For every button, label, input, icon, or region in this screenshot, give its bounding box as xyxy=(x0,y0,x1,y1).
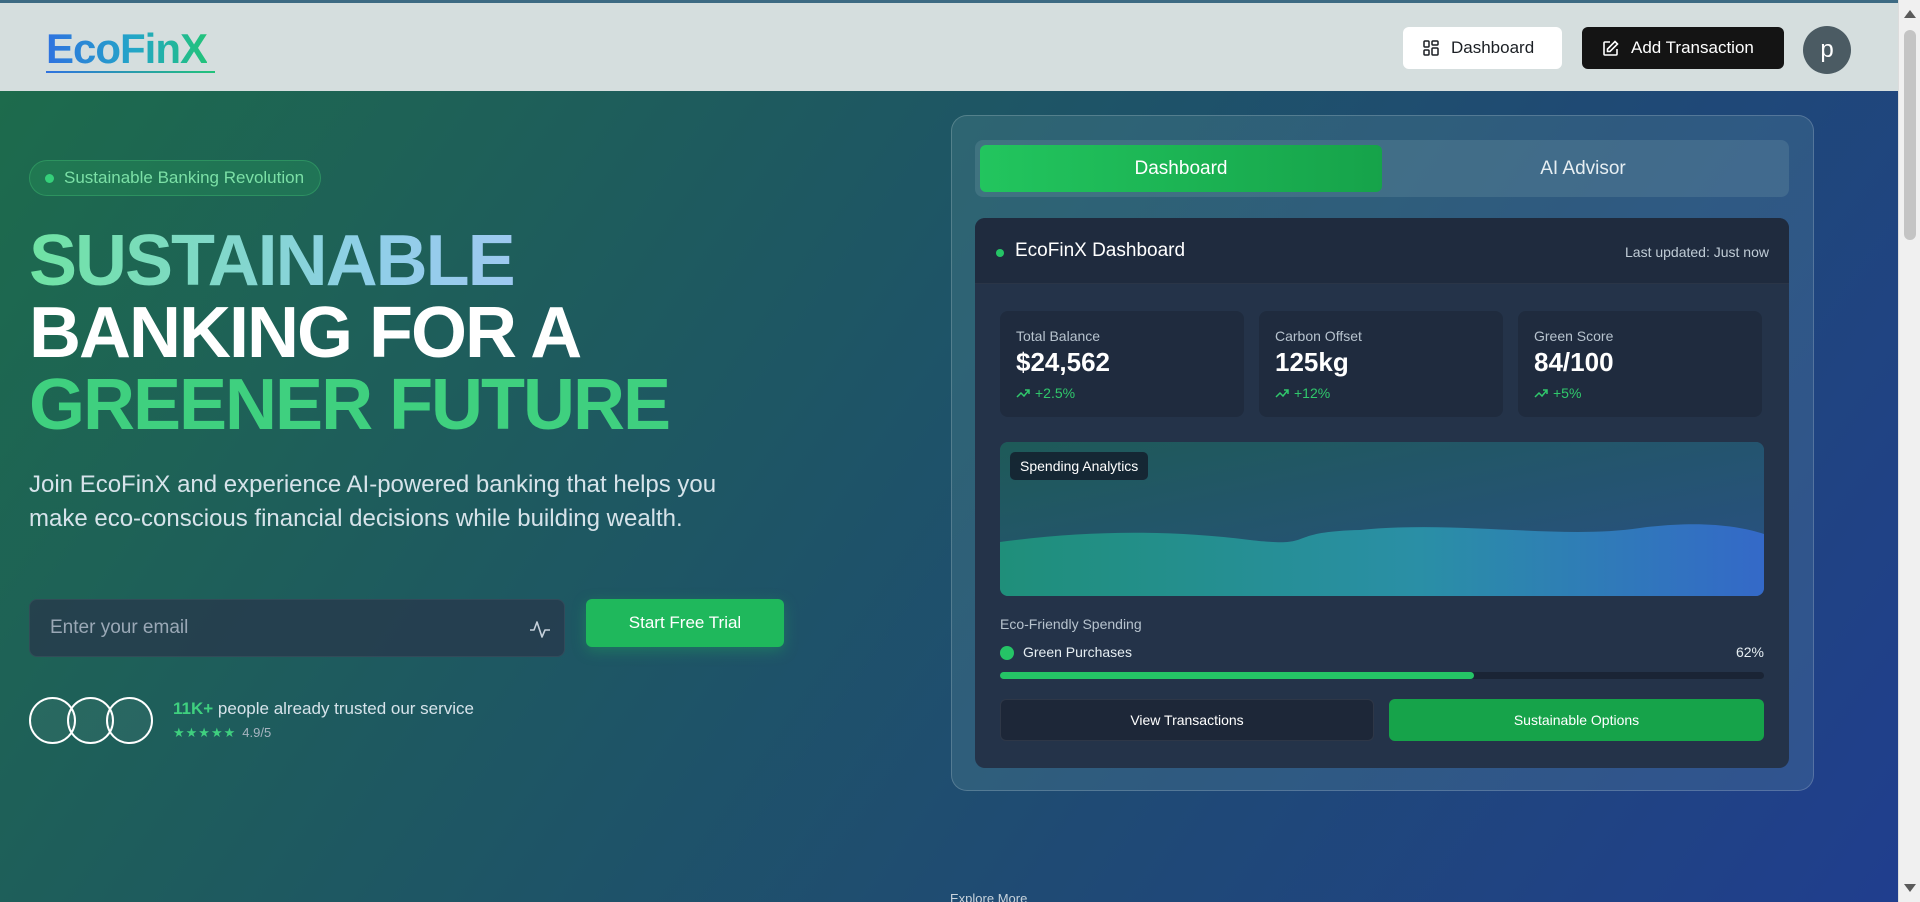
star-icons: ★★★★★ xyxy=(173,725,237,740)
start-free-trial-button[interactable]: Start Free Trial xyxy=(586,599,784,647)
dashboard-button-label: Dashboard xyxy=(1451,38,1535,57)
email-field-wrapper xyxy=(29,599,565,657)
add-transaction-button[interactable]: Add Transaction xyxy=(1582,27,1784,69)
stat-value: 125kg xyxy=(1275,347,1349,377)
email-input[interactable] xyxy=(30,600,490,656)
stat-value: $24,562 xyxy=(1016,347,1110,377)
headline-line-2: BANKING FOR A xyxy=(29,293,582,373)
dashboard-title: EcoFinX Dashboard xyxy=(1015,240,1186,261)
user-avatar[interactable]: p xyxy=(1803,26,1851,74)
stat-change-value: +5% xyxy=(1553,385,1582,401)
logo-underline xyxy=(46,71,215,73)
stat-card-total-balance: Total Balance $24,562 +2.5% xyxy=(1000,311,1244,417)
tab-ai-advisor[interactable]: AI Advisor xyxy=(1382,145,1784,192)
eco-spending-label: Eco-Friendly Spending xyxy=(1000,616,1142,632)
hero-badge: Sustainable Banking Revolution xyxy=(29,160,322,196)
stat-card-carbon-offset: Carbon Offset 125kg +12% xyxy=(1259,311,1503,417)
dashboard-preview-card: Dashboard AI Advisor EcoFinX Dashboard L… xyxy=(951,115,1814,791)
trust-text: 11K+ people already trusted our service xyxy=(173,699,474,719)
stat-change: +2.5% xyxy=(1016,385,1075,401)
stat-change: +5% xyxy=(1534,385,1581,401)
dashboard-tabs: Dashboard AI Advisor xyxy=(975,140,1789,197)
green-purchases-progress xyxy=(1000,672,1764,679)
hero-section: Sustainable Banking Revolution SUSTAINAB… xyxy=(0,91,1898,902)
progress-fill xyxy=(1000,672,1474,679)
top-header: EcoFinX Dashboard Add Transaction p xyxy=(0,0,1898,91)
status-dot xyxy=(996,249,1004,257)
trust-label: people already trusted our service xyxy=(217,699,475,718)
trending-up-icon xyxy=(1534,389,1548,398)
stat-change: +12% xyxy=(1275,385,1330,401)
headline-line-3: GREENER FUTURE xyxy=(29,365,671,445)
hero-subtitle: Join EcoFinX and experience AI-powered b… xyxy=(29,471,717,532)
stat-change-value: +12% xyxy=(1294,385,1331,401)
trust-count: 11K+ xyxy=(173,699,214,718)
add-transaction-label: Add Transaction xyxy=(1631,38,1754,57)
avatar xyxy=(106,697,153,744)
view-transactions-button[interactable]: View Transactions xyxy=(1000,699,1374,741)
explore-more-link[interactable]: Explore More xyxy=(950,891,1027,902)
tab-dashboard[interactable]: Dashboard xyxy=(980,145,1382,192)
logo[interactable]: EcoFinX xyxy=(46,27,208,71)
edit-icon xyxy=(1603,39,1619,56)
dashboard-panel: EcoFinX Dashboard Last updated: Just now… xyxy=(975,218,1789,768)
trusted-avatars xyxy=(29,697,159,747)
dashboard-button[interactable]: Dashboard xyxy=(1403,27,1562,69)
dashboard-panel-header: EcoFinX Dashboard Last updated: Just now xyxy=(975,218,1789,284)
rating: ★★★★★ 4.9/5 xyxy=(173,725,271,741)
trending-up-icon xyxy=(1016,389,1030,398)
stat-label: Green Score xyxy=(1534,328,1614,344)
scroll-thumb[interactable] xyxy=(1904,30,1916,240)
spending-analytics-chart: Spending Analytics xyxy=(1000,442,1764,596)
green-purchases-dot xyxy=(1000,646,1014,660)
scroll-down-arrow[interactable] xyxy=(1904,884,1916,892)
green-purchases-label: Green Purchases xyxy=(1023,644,1132,660)
trending-up-icon xyxy=(1275,389,1289,398)
stat-value: 84/100 xyxy=(1534,347,1614,377)
green-purchases-percent: 62% xyxy=(1735,644,1764,660)
activity-icon xyxy=(530,621,550,638)
stat-label: Carbon Offset xyxy=(1275,328,1362,344)
headline-line-1: SUSTAINABLE xyxy=(29,221,516,301)
stat-label: Total Balance xyxy=(1016,328,1101,344)
grid-icon xyxy=(1423,40,1439,56)
last-updated: Last updated: Just now xyxy=(1625,244,1769,260)
sustainable-options-button[interactable]: Sustainable Options xyxy=(1389,699,1764,741)
chart-label: Spending Analytics xyxy=(1010,452,1149,480)
rating-value: 4.9/5 xyxy=(242,725,272,740)
scroll-up-arrow[interactable] xyxy=(1904,10,1916,18)
stat-card-green-score: Green Score 84/100 +5% xyxy=(1518,311,1762,417)
stat-change-value: +2.5% xyxy=(1035,385,1076,401)
vertical-scrollbar[interactable] xyxy=(1898,0,1920,902)
